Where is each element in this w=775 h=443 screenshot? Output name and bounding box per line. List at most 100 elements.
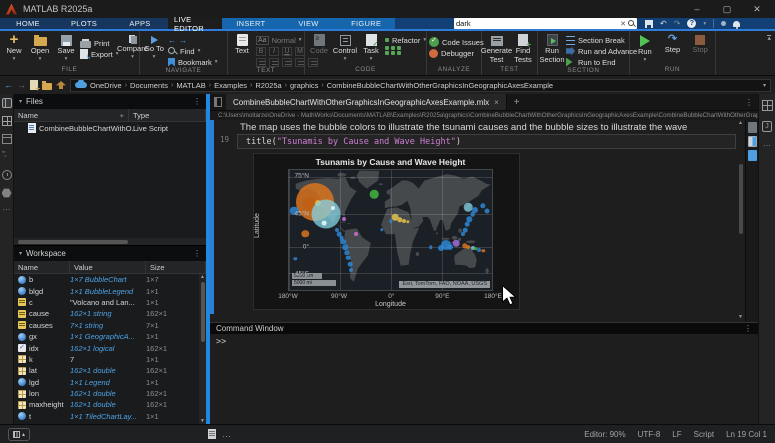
navigate-back-icon[interactable]: ←	[168, 36, 176, 45]
open-button[interactable]: Open▾	[28, 33, 52, 62]
help-dropdown-icon[interactable]: ▾	[703, 22, 706, 26]
text-button[interactable]: Text	[230, 33, 254, 57]
view-control-output-inline-icon[interactable]	[748, 136, 757, 147]
workspace-menu-icon[interactable]: ⋮	[193, 249, 201, 258]
refactor-button[interactable]: Refactor▾	[385, 35, 426, 45]
editor-scrollbar[interactable]: ▲ ▼	[737, 122, 744, 318]
menu-tab-view[interactable]: VIEW	[280, 18, 338, 29]
task-button[interactable]: Task▾	[359, 33, 383, 62]
files-horizontal-scrollbar[interactable]	[14, 238, 206, 245]
workspace-row[interactable]: maxheight162×1 double162×1	[14, 399, 206, 410]
minimize-button[interactable]: –	[691, 4, 703, 15]
bookmark-button[interactable]: Bookmark▾	[168, 57, 218, 67]
figure-output[interactable]: Tsunamis by Cause and Wave Height	[253, 153, 520, 310]
geographic-axes[interactable]: 5000 km 5000 mi Esri, TomTom, FAO, NOAA,…	[288, 169, 493, 291]
menu-tab-figure[interactable]: FIGURE	[337, 18, 395, 29]
align-center-icon[interactable]	[295, 58, 305, 67]
code-tool-icon[interactable]	[385, 51, 389, 55]
tab-live-editor[interactable]: LIVE EDITOR	[168, 18, 222, 29]
code-line[interactable]: title("Tsunamis by Cause and Wave Height…	[237, 134, 736, 149]
file-row[interactable]: CombineBubbleChartWithO...Live Script	[14, 122, 206, 134]
workspace-row[interactable]: c"Volcano and Lan...1×1	[14, 297, 206, 308]
new-folder-icon[interactable]	[42, 83, 52, 90]
workspace-panel-header[interactable]: ▾ Workspace ⋮	[14, 246, 206, 261]
numbered-list-icon[interactable]	[269, 58, 279, 67]
notifications-bell-icon[interactable]	[733, 21, 740, 27]
status-document-icon[interactable]	[208, 429, 216, 439]
find-button[interactable]: Find▾	[168, 46, 218, 56]
go-to-button[interactable]: Go To▾	[142, 33, 166, 60]
view-control-output-right-icon[interactable]	[748, 150, 757, 161]
run-to-end-button[interactable]: Run to End	[566, 57, 637, 67]
sidebar-files-icon[interactable]	[2, 98, 12, 108]
breadcrumb-item[interactable]: OneDrive	[90, 81, 122, 90]
breadcrumb-item[interactable]: MATLAB	[176, 81, 205, 90]
search-clear-icon[interactable]: ✕	[618, 20, 628, 28]
files-menu-icon[interactable]: ⋮	[193, 97, 201, 106]
account-icon[interactable]	[721, 21, 726, 26]
export-button[interactable]: Export▾	[80, 49, 118, 59]
new-file-icon[interactable]	[30, 80, 38, 90]
sidebar-history-icon[interactable]	[2, 170, 12, 180]
monospace-button[interactable]: M	[295, 47, 305, 56]
workspace-row[interactable]: b1×7 BubbleChart1×7	[14, 274, 206, 285]
breadcrumb-item[interactable]: Examples	[214, 81, 247, 90]
save-button[interactable]: Save▾	[54, 33, 78, 62]
files-col-name[interactable]: Name +	[14, 109, 129, 121]
underline-button[interactable]: U	[282, 47, 292, 56]
menu-tab-home[interactable]: HOME	[0, 18, 56, 29]
undo-icon[interactable]: ↶	[660, 19, 667, 28]
menu-tab-insert[interactable]: INSERT	[222, 18, 280, 29]
section-break-button[interactable]: Section Break	[566, 35, 637, 45]
right-panel-tasks-icon[interactable]: J	[762, 121, 772, 132]
print-button[interactable]: Print	[80, 38, 118, 48]
debugger-button[interactable]: Debugger	[429, 48, 484, 58]
quick-save-icon[interactable]	[645, 20, 653, 28]
code-button[interactable]: Code	[307, 33, 331, 57]
code-tool-icon[interactable]	[385, 46, 389, 50]
breadcrumb-item[interactable]: CombineBubbleChartWithOtherGraphicsInGeo…	[327, 81, 553, 90]
collapse-ribbon-icon[interactable]: ▴	[767, 35, 771, 42]
editor-tab-menu-icon[interactable]: ⋮	[745, 98, 758, 107]
breadcrumb-item[interactable]: graphics	[290, 81, 318, 90]
menu-tab-plots[interactable]: PLOTS	[56, 18, 112, 29]
new-tab-button[interactable]: +	[507, 97, 527, 108]
command-window-header[interactable]: Command Window ⋮	[210, 322, 758, 334]
workspace-row[interactable]: ✓idx162×1 logical162×1	[14, 342, 206, 353]
sidebar-more-icon[interactable]: …	[3, 206, 11, 210]
sidebar-addons-icon[interactable]	[2, 188, 12, 198]
search-icon[interactable]	[628, 20, 635, 27]
command-window[interactable]: >>	[210, 334, 758, 424]
up-one-level-icon[interactable]	[56, 81, 66, 89]
panel-toggle-button[interactable]: ▴	[8, 428, 30, 441]
workspace-row[interactable]: gx1×1 GeographicA...1×1	[14, 331, 206, 342]
stop-button[interactable]: Stop	[688, 33, 712, 56]
maximize-button[interactable]: ▢	[721, 4, 733, 15]
breadcrumb-item[interactable]: Documents	[130, 81, 168, 90]
help-icon[interactable]: ?	[687, 19, 696, 28]
navigate-forward-icon[interactable]: →	[179, 36, 187, 45]
redo-icon[interactable]: ↷	[674, 19, 681, 28]
code-tool-icon[interactable]	[397, 51, 401, 55]
align-left-icon[interactable]	[282, 58, 292, 67]
workspace-scrollbar[interactable]: ▲ ▼	[199, 274, 206, 424]
sidebar-workspace-icon[interactable]	[2, 116, 12, 126]
breadcrumb-item[interactable]: R2025a	[255, 81, 281, 90]
back-icon[interactable]: ←	[4, 80, 13, 90]
right-panel-grid-icon[interactable]	[762, 100, 773, 111]
sidebar-panel-icon[interactable]	[2, 134, 12, 144]
italic-button[interactable]: I	[269, 47, 279, 56]
run-button[interactable]: Run▾	[633, 33, 657, 63]
code-issues-button[interactable]: Code Issues	[429, 37, 484, 47]
status-more-icon[interactable]: …	[222, 429, 231, 439]
command-window-menu-icon[interactable]: ⋮	[744, 324, 752, 333]
step-button[interactable]: ↷ Step	[660, 33, 684, 56]
files-sort-icon[interactable]: +	[120, 111, 124, 120]
bold-button[interactable]: B	[256, 47, 266, 56]
files-col-type[interactable]: Type	[129, 109, 206, 121]
workspace-row[interactable]: lon162×1 double162×1	[14, 388, 206, 399]
files-panel-header[interactable]: ▾ Files ⋮	[14, 94, 206, 109]
run-and-advance-button[interactable]: Run and Advance	[566, 46, 637, 56]
workspace-row[interactable]: blgd1×1 BubbleLegend1×1	[14, 285, 206, 296]
collapse-files-icon[interactable]: ▾	[19, 98, 22, 105]
